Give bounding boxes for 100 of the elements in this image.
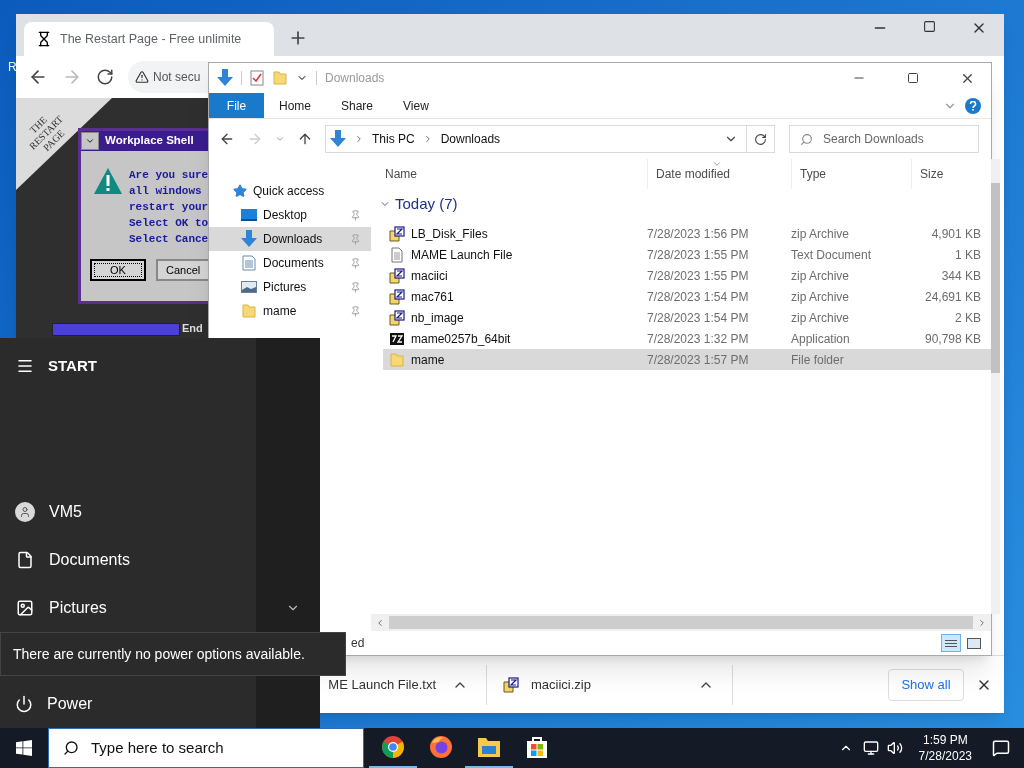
file-row[interactable]: nb_image 7/28/2023 1:54 PM zip Archive 2 KB: [383, 307, 991, 328]
file-row[interactable]: LB_Disk_Files 7/28/2023 1:56 PM zip Archive 4,901 KB: [383, 223, 991, 244]
download-file-name: maciici.zip: [531, 675, 592, 694]
address-bar[interactable]: Not secu: [128, 61, 210, 93]
power-icon: [15, 695, 33, 713]
up-icon[interactable]: [297, 131, 313, 147]
breadcrumb-item[interactable]: This PC: [372, 130, 415, 148]
file-row[interactable]: mame0257b_64bit 7/28/2023 1:32 PM Application 90,798 KB: [383, 328, 991, 349]
taskbar-search-field[interactable]: Type here to search: [48, 728, 364, 768]
notification-icon[interactable]: [992, 739, 1010, 757]
start-title: START: [48, 355, 97, 376]
size-cell-text: 344 KB: [940, 267, 981, 285]
group-header[interactable]: Today (7): [377, 189, 991, 219]
type-cell-text: zip Archive: [791, 225, 851, 243]
desktop-icon-label[interactable]: R: [8, 58, 17, 76]
help-icon[interactable]: [965, 97, 981, 114]
type-cell-text: Application: [791, 330, 851, 348]
size-cell-text: 90,798 KB: [923, 330, 981, 348]
menu-icon[interactable]: [16, 357, 34, 375]
dialog-button[interactable]: OK: [90, 259, 146, 281]
clock-date: 7/28/2023: [918, 748, 972, 764]
ribbon-tab[interactable]: Home: [264, 93, 326, 118]
download-arrow-icon: [241, 230, 257, 248]
warning-icon: [135, 70, 149, 84]
thumbnail-view-icon[interactable]: [967, 637, 981, 649]
download-item[interactable]: maciici.zip: [487, 664, 733, 705]
navigation-item[interactable]: mame: [209, 299, 371, 323]
search-icon: [800, 132, 813, 146]
download-file-name: ME Launch File.txt: [328, 675, 436, 694]
reload-icon[interactable]: [96, 68, 114, 86]
navigation-item[interactable]: Downloads: [209, 227, 371, 251]
hourglass-icon: [36, 31, 52, 47]
address-field[interactable]: This PC Downloads: [325, 125, 775, 153]
network-icon[interactable]: [862, 740, 879, 756]
date-cell-text: 7/28/2023 1:55 PM: [647, 246, 750, 264]
column-header[interactable]: Name: [377, 159, 647, 189]
start-menu-item[interactable]: Documents: [0, 536, 320, 584]
pin-icon: [350, 257, 361, 269]
power-button[interactable]: Power: [0, 680, 320, 728]
horizontal-scrollbar[interactable]: [371, 614, 991, 631]
properties-icon[interactable]: [250, 70, 264, 86]
show-all-button[interactable]: Show all: [888, 668, 964, 701]
back-icon[interactable]: [219, 131, 235, 147]
ribbon-tab[interactable]: Share: [326, 93, 389, 118]
breadcrumb-item[interactable]: Downloads: [440, 130, 501, 148]
dialog-message-line: Are you sure: [129, 168, 208, 183]
folder-icon: [389, 351, 405, 368]
type-cell-text: zip Archive: [791, 288, 851, 306]
date-cell-text: 7/28/2023 1:56 PM: [647, 225, 750, 243]
scrollbar-thumb[interactable]: [389, 616, 973, 629]
size-cell-text: 2 KB: [954, 309, 981, 327]
date-cell-text: 7/28/2023 1:54 PM: [647, 309, 750, 327]
picture-icon: [241, 280, 257, 294]
search-input[interactable]: Type here to search: [91, 736, 341, 760]
search-input[interactable]: Search Downloads: [823, 130, 973, 148]
file-row[interactable]: mame 7/28/2023 1:57 PM File folder: [383, 349, 991, 370]
clock-time: 1:59 PM: [922, 732, 968, 748]
download-arrow-icon: [330, 130, 346, 148]
date-cell-text: 7/28/2023 1:55 PM: [647, 267, 750, 285]
navigation-item[interactable]: Pictures: [209, 275, 371, 299]
file-row[interactable]: maciici 7/28/2023 1:55 PM zip Archive 344 KB: [383, 265, 991, 286]
file-name: nb_image: [411, 309, 464, 327]
maximize-icon[interactable]: [907, 72, 919, 84]
file-name: maciici: [411, 267, 448, 285]
folder-logo-icon: [477, 736, 501, 758]
navigation-item[interactable]: Desktop: [209, 203, 371, 227]
pin-icon: [350, 233, 361, 245]
ribbon-tab[interactable]: View: [388, 93, 444, 118]
file-name: LB_Disk_Files: [411, 225, 488, 243]
text-file-icon: [389, 246, 405, 263]
column-header[interactable]: Type: [791, 159, 911, 189]
dialog-message-line: all windows: [129, 184, 203, 199]
scroll-left-icon[interactable]: [375, 617, 385, 628]
dialog-button[interactable]: Cancel: [156, 259, 208, 281]
file-name: mac761: [411, 288, 454, 306]
start-menu-item[interactable]: VM5: [0, 488, 320, 536]
search-field[interactable]: Search Downloads: [789, 125, 979, 153]
size-cell-text: 4,901 KB: [930, 225, 981, 243]
tab-title: The Restart Page - Free unlimite: [60, 30, 242, 48]
details-view-icon[interactable]: [941, 634, 961, 652]
bar-label: End: [182, 322, 203, 335]
scrollbar-thumb[interactable]: [991, 183, 1000, 373]
vertical-scrollbar[interactable]: [991, 159, 1000, 614]
maximize-icon[interactable]: [923, 20, 936, 33]
clock[interactable]: 1:59 PM 7/28/2023: [912, 732, 978, 764]
date-cell-text: 7/28/2023 1:57 PM: [647, 351, 750, 369]
type-cell-text: zip Archive: [791, 267, 851, 285]
browser-logo-icon: [381, 735, 405, 759]
quick-access-label[interactable]: Quick access: [253, 182, 325, 200]
scroll-right-icon[interactable]: [977, 617, 987, 628]
volume-icon[interactable]: [886, 740, 903, 756]
browser-tab[interactable]: The Restart Page - Free unlimite: [24, 22, 274, 56]
file-row[interactable]: mac761 7/28/2023 1:54 PM zip Archive 24,691 KB: [383, 286, 991, 307]
zip-file-icon: [389, 309, 405, 326]
file-row[interactable]: MAME Launch File 7/28/2023 1:55 PM Text Document 1 KB: [383, 244, 991, 265]
start-menu-item[interactable]: Pictures: [0, 584, 320, 632]
fox-browser-logo-icon: [429, 735, 453, 759]
status-text: ed: [351, 635, 365, 652]
navigation-item[interactable]: Documents: [209, 251, 371, 275]
column-header[interactable]: Date modified: [647, 159, 791, 189]
